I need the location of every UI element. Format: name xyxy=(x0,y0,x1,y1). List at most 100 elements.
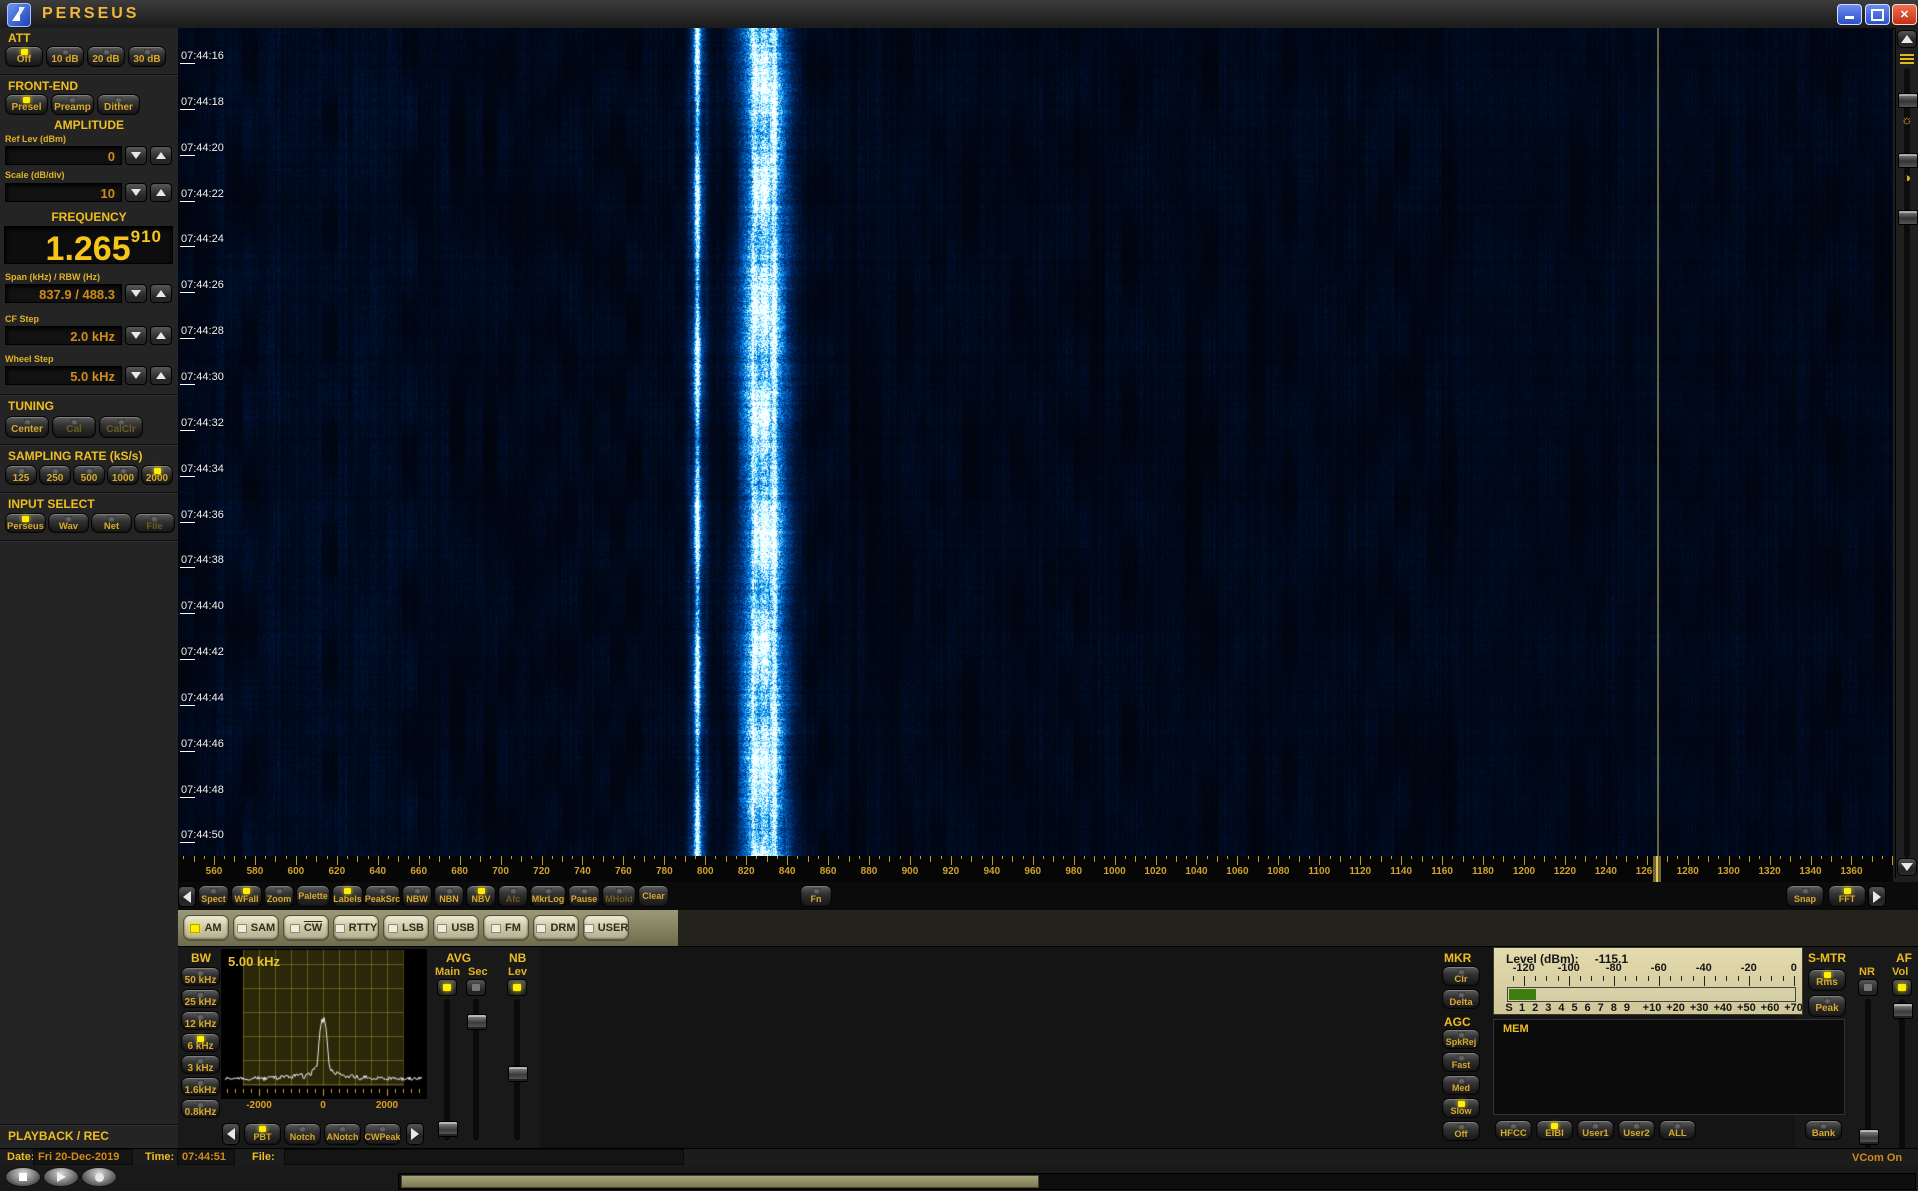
front-end-button[interactable]: Preamp xyxy=(51,94,94,115)
agc-button[interactable]: Off xyxy=(1442,1121,1480,1141)
demod-mode-button[interactable]: FM xyxy=(483,915,529,941)
demod-mode-button[interactable]: CW xyxy=(283,915,329,941)
input-select-button[interactable]: File xyxy=(134,513,175,533)
toolbar-button[interactable]: FFT xyxy=(1828,885,1866,907)
pbt-button[interactable]: CWPeak xyxy=(364,1123,401,1145)
smtr-button[interactable]: Peak xyxy=(1808,995,1846,1017)
agc-button[interactable]: SpkRej xyxy=(1442,1029,1480,1049)
demod-mode-button[interactable]: USB xyxy=(433,915,479,941)
front-end-button[interactable]: Presel xyxy=(5,94,48,115)
cf-step-down-button[interactable] xyxy=(125,326,147,345)
sampling-rate-button[interactable]: 250 xyxy=(39,465,71,485)
bw-option-button[interactable]: 12 kHz xyxy=(181,1011,220,1030)
ref-lev-down-button[interactable] xyxy=(125,146,147,165)
pbt-button[interactable]: PBT xyxy=(244,1123,281,1145)
contrast-slider-handle[interactable] xyxy=(1898,210,1918,225)
play-button[interactable] xyxy=(43,1167,79,1187)
pbt-right-button[interactable] xyxy=(406,1123,424,1145)
bw-option-button[interactable]: 1.6kHz xyxy=(181,1077,220,1096)
input-select-button[interactable]: Perseus xyxy=(5,513,46,533)
ref-lev-up-button[interactable] xyxy=(150,146,172,165)
waterfall-display[interactable]: 07:44:1607:44:1807:44:2007:44:2207:44:24… xyxy=(178,28,1893,856)
toolbar-button[interactable]: NBV xyxy=(466,885,496,907)
scale-down-button[interactable] xyxy=(125,183,147,202)
scroll-up-button[interactable] xyxy=(1897,30,1917,48)
scale-up-button[interactable] xyxy=(150,183,172,202)
mem-button[interactable]: HFCC xyxy=(1495,1120,1532,1140)
playback-scrollbar[interactable] xyxy=(398,1173,1916,1190)
demod-mode-button[interactable]: RTTY xyxy=(333,915,379,941)
demod-mode-button[interactable]: USER xyxy=(583,915,629,941)
palette-slider-handle[interactable] xyxy=(1898,93,1918,108)
toolbar-button[interactable]: Snap xyxy=(1786,885,1824,907)
bw-option-button[interactable]: 6 kHz xyxy=(181,1033,220,1052)
brightness-slider-handle[interactable] xyxy=(1898,153,1918,168)
scroll-down-button[interactable] xyxy=(1897,858,1917,876)
front-end-button[interactable]: Dither xyxy=(97,94,140,115)
avg-main-slider[interactable] xyxy=(438,999,456,1141)
sampling-rate-button[interactable]: 125 xyxy=(5,465,37,485)
toolbar-button[interactable]: MHold xyxy=(602,885,636,907)
scale-right-button[interactable] xyxy=(1868,886,1886,907)
scrollbar-thumb[interactable] xyxy=(401,1175,1039,1188)
demod-mode-button[interactable]: SAM xyxy=(233,915,279,941)
nb-lev-slider[interactable] xyxy=(508,999,526,1141)
agc-button[interactable]: Med xyxy=(1442,1075,1480,1095)
maximize-button[interactable] xyxy=(1865,4,1890,25)
bw-option-button[interactable]: 50 kHz xyxy=(181,967,220,986)
att-button[interactable]: 20 dB xyxy=(87,46,125,67)
toolbar-button[interactable]: PeakSrc xyxy=(365,885,400,907)
cf-step-value[interactable]: 2.0 kHz xyxy=(5,326,122,345)
agc-button[interactable]: Fast xyxy=(1442,1052,1480,1072)
af-nr-slider[interactable] xyxy=(1859,999,1877,1161)
span-up-button[interactable] xyxy=(150,284,172,303)
span-value[interactable]: 837.9 / 488.3 xyxy=(5,284,122,303)
sampling-rate-button[interactable]: 2000 xyxy=(141,465,173,485)
toolbar-button[interactable]: Afc xyxy=(498,885,528,907)
tuning-button[interactable]: Center xyxy=(5,416,49,438)
toolbar-button[interactable]: Spect xyxy=(198,885,229,907)
scale-value[interactable]: 10 xyxy=(5,183,122,202)
nb-lev-led-button[interactable] xyxy=(507,979,527,996)
record-button[interactable] xyxy=(81,1167,117,1187)
toolbar-button[interactable]: Clear xyxy=(638,885,669,907)
toolbar-button[interactable]: Pause xyxy=(568,885,600,907)
tuning-button[interactable]: CalClr xyxy=(99,416,143,438)
fn-button[interactable]: Fn xyxy=(800,885,832,907)
bw-option-button[interactable]: 0.8kHz xyxy=(181,1099,220,1118)
frequency-scale[interactable]: 5605806006206406606807007207407607808008… xyxy=(178,856,1893,882)
toolbar-button[interactable]: NBN xyxy=(434,885,464,907)
slider-handle[interactable] xyxy=(438,1121,458,1137)
demod-mode-button[interactable]: AM xyxy=(183,915,229,941)
slider-handle[interactable] xyxy=(1893,1003,1913,1019)
slider-handle[interactable] xyxy=(508,1066,528,1082)
memory-list[interactable]: MEM xyxy=(1493,1019,1845,1115)
pbt-button[interactable]: ANotch xyxy=(324,1123,361,1145)
mkr-button[interactable]: Delta xyxy=(1442,989,1480,1009)
pbt-button[interactable]: Notch xyxy=(284,1123,321,1145)
toolbar-button[interactable]: WFall xyxy=(231,885,262,907)
minimize-button[interactable] xyxy=(1837,4,1862,25)
demod-mode-button[interactable]: LSB xyxy=(383,915,429,941)
toolbar-button[interactable]: MkrLog xyxy=(530,885,566,907)
pbt-left-button[interactable] xyxy=(222,1123,240,1145)
bw-option-button[interactable]: 25 kHz xyxy=(181,989,220,1008)
ref-lev-value[interactable]: 0 xyxy=(5,146,122,165)
stop-button[interactable] xyxy=(5,1167,41,1187)
bw-option-button[interactable]: 3 kHz xyxy=(181,1055,220,1074)
wheel-step-down-button[interactable] xyxy=(125,366,147,385)
toolbar-button[interactable]: Palette xyxy=(296,885,330,907)
input-select-button[interactable]: Wav xyxy=(48,513,89,533)
bank-button[interactable]: Bank xyxy=(1805,1120,1842,1140)
demod-mode-button[interactable]: DRM xyxy=(533,915,579,941)
toolbar-button[interactable]: Labels xyxy=(332,885,363,907)
af-nr-led-button[interactable] xyxy=(1858,979,1878,996)
sampling-rate-button[interactable]: 1000 xyxy=(107,465,139,485)
scale-left-button[interactable] xyxy=(178,886,196,907)
smtr-button[interactable]: Rms xyxy=(1808,969,1846,991)
toolbar-button[interactable]: NBW xyxy=(402,885,432,907)
avg-sec-led-button[interactable] xyxy=(466,979,486,996)
avg-main-led-button[interactable] xyxy=(437,979,457,996)
mkr-button[interactable]: Clr xyxy=(1442,966,1480,986)
mem-button[interactable]: EIBI xyxy=(1536,1120,1573,1140)
